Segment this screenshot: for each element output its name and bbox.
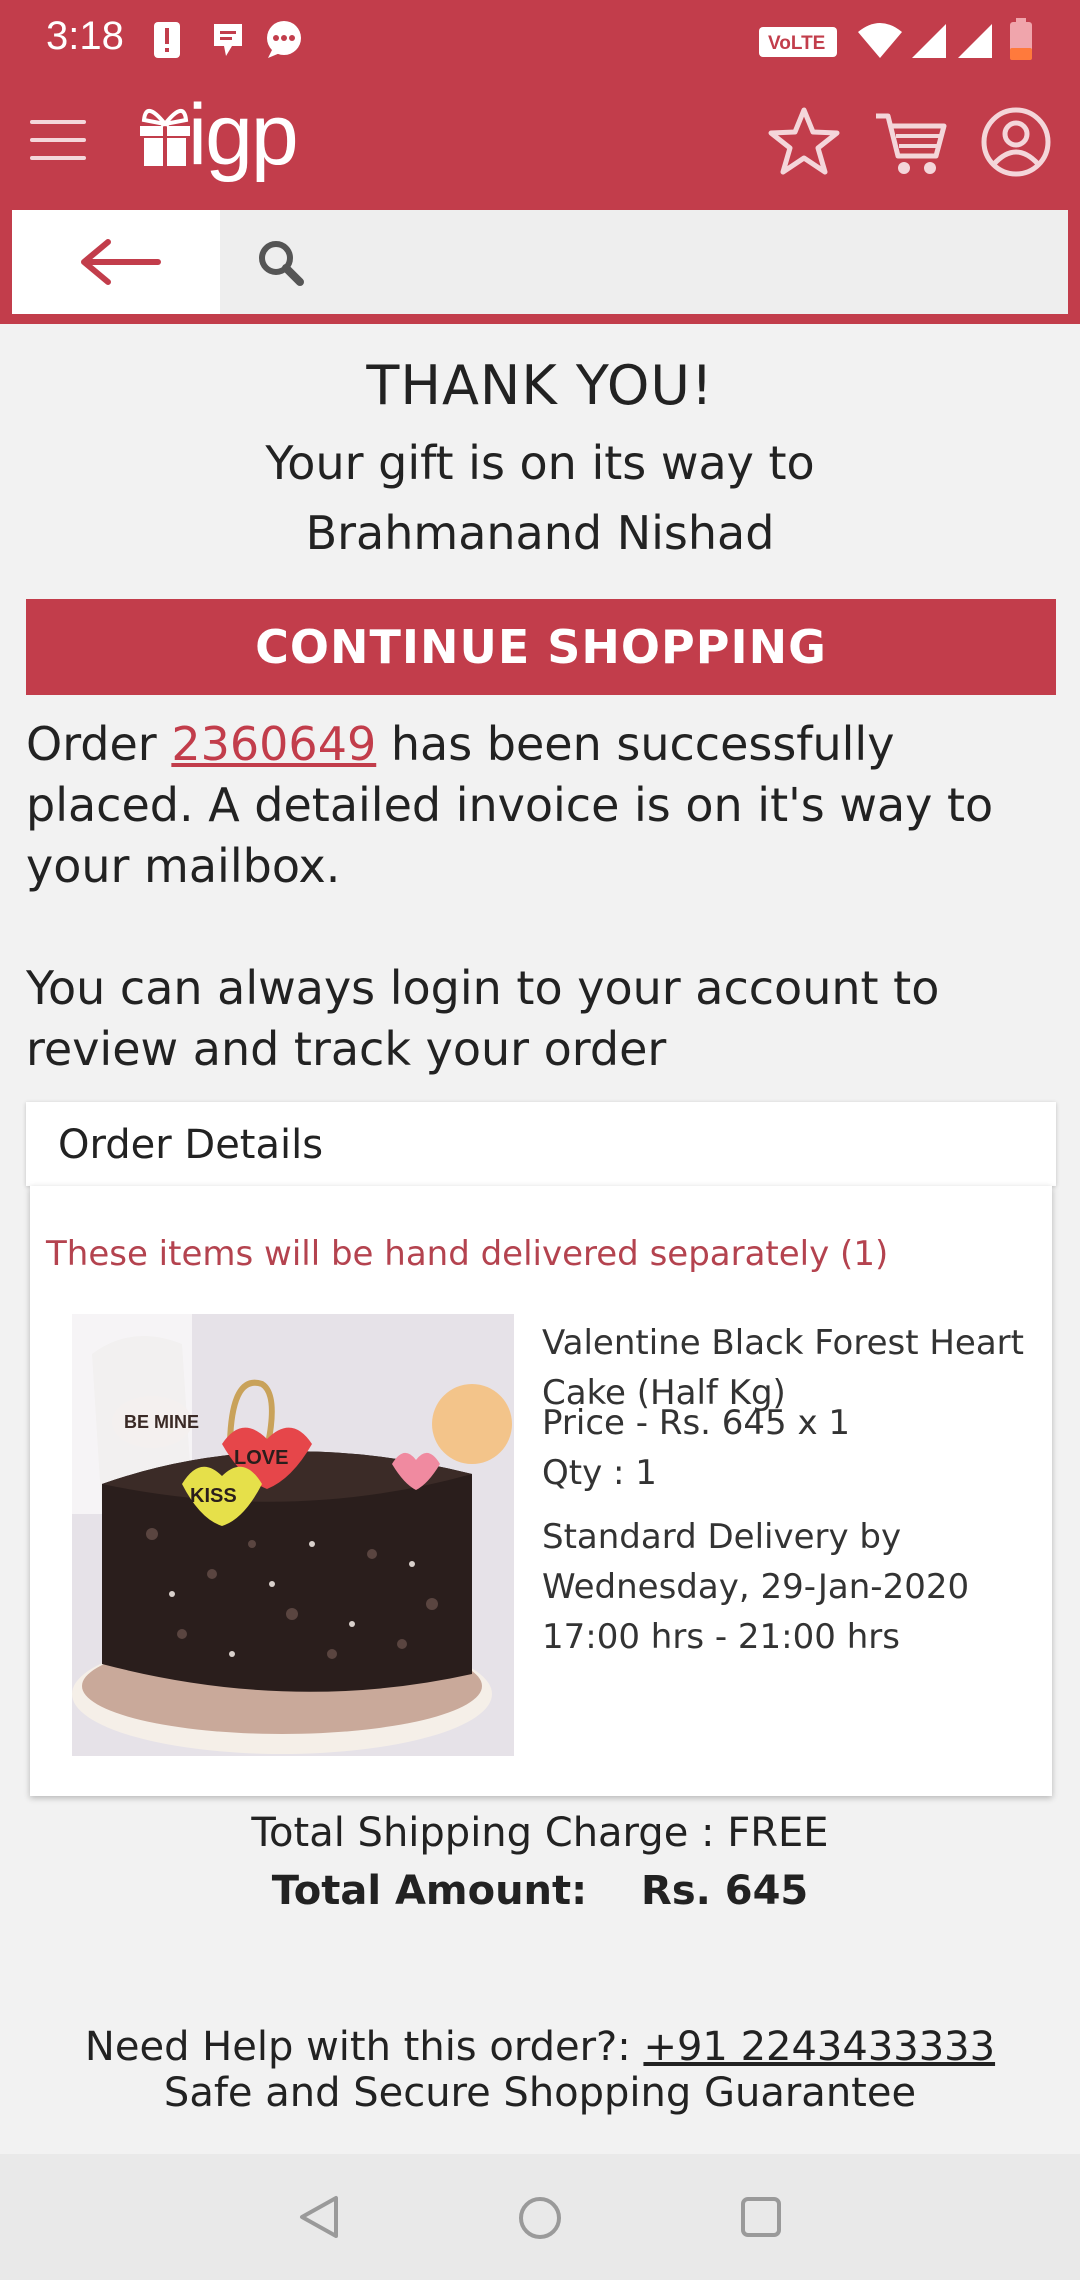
order-prefix: Order: [26, 717, 172, 771]
status-bar: 3:18 VoLTE: [0, 0, 1080, 82]
search-icon: [259, 241, 304, 286]
gift-logo-icon: [140, 109, 190, 166]
volte-icon: VoLTE: [759, 27, 837, 57]
delivery-line1: Standard Delivery by: [542, 1517, 902, 1557]
search-bar: [0, 206, 1080, 324]
delivery-note: These items will be hand delivered separ…: [46, 1234, 889, 1274]
signal-icon: [912, 24, 946, 58]
order-details-header: Order Details: [26, 1102, 1056, 1186]
help-prefix: Need Help with this order?:: [84, 2024, 644, 2070]
volte-label: VoLTE: [768, 33, 825, 54]
system-nav-bar: [0, 2154, 1080, 2280]
thank-you-title: THANK YOU!: [366, 354, 714, 417]
battery-icon: [1010, 18, 1032, 60]
igp-logo[interactable]: igp: [136, 87, 316, 192]
cart-icon[interactable]: [872, 102, 952, 182]
gift-subtitle-line1: Your gift is on its way to: [265, 436, 815, 490]
recipient-name: Brahmanand Nishad: [305, 506, 775, 560]
cake-label-be-mine: BE MINE: [124, 1412, 199, 1432]
alert-icon: [154, 22, 180, 58]
back-triangle-icon[interactable]: [296, 2194, 342, 2240]
order-placed-message: Order 2360649 has been successfully plac…: [26, 714, 1056, 897]
cake-label-kiss: KISS: [190, 1485, 237, 1507]
login-note: You can always login to your account to …: [26, 961, 940, 1076]
chat-bubble-icon: [267, 21, 301, 58]
secure-guarantee: Safe and Secure Shopping Guarantee: [163, 2070, 917, 2116]
help-phone-link[interactable]: +91 2243433333: [643, 2024, 995, 2070]
search-input[interactable]: [220, 210, 1068, 314]
back-button[interactable]: [12, 210, 220, 314]
order-item-card: These items will be hand delivered separ…: [30, 1186, 1052, 1796]
delivery-time: 17:00 hrs - 21:00 hrs: [542, 1617, 900, 1657]
account-icon[interactable]: [976, 102, 1056, 182]
shipping-charge: Total Shipping Charge : FREE: [251, 1810, 829, 1856]
logo-text: igp: [188, 87, 299, 183]
delivery-date: Wednesday, 29-Jan-2020: [542, 1567, 970, 1607]
continue-shopping-button[interactable]: CONTINUE SHOPPING: [26, 599, 1056, 695]
star-icon[interactable]: [764, 102, 844, 182]
status-time: 3:18: [46, 14, 124, 58]
help-line: Need Help with this order?: +91 22434333…: [0, 2024, 1080, 2070]
message-icon: [214, 24, 242, 56]
wifi-icon: [858, 23, 902, 58]
app-bar: igp: [0, 82, 1080, 210]
recents-square-icon[interactable]: [738, 2194, 784, 2240]
menu-icon[interactable]: [30, 120, 86, 164]
product-qty: Qty : 1: [542, 1453, 657, 1493]
total-amount-label: Total Amount:: [271, 1868, 588, 1914]
order-details-title: Order Details: [58, 1122, 324, 1168]
total-amount: Total Amount: Rs. 645: [0, 1868, 1080, 1914]
total-amount-value: Rs. 645: [641, 1868, 809, 1914]
order-number-link[interactable]: 2360649: [171, 717, 376, 771]
cake-label-love: LOVE: [234, 1447, 288, 1469]
product-price: Price - Rs. 645 x 1: [542, 1403, 851, 1443]
signal-icon: [958, 24, 992, 58]
back-arrow-icon: [81, 239, 161, 285]
product-image[interactable]: BE MINE LOVE KISS: [72, 1314, 514, 1756]
home-circle-icon[interactable]: [516, 2194, 564, 2242]
